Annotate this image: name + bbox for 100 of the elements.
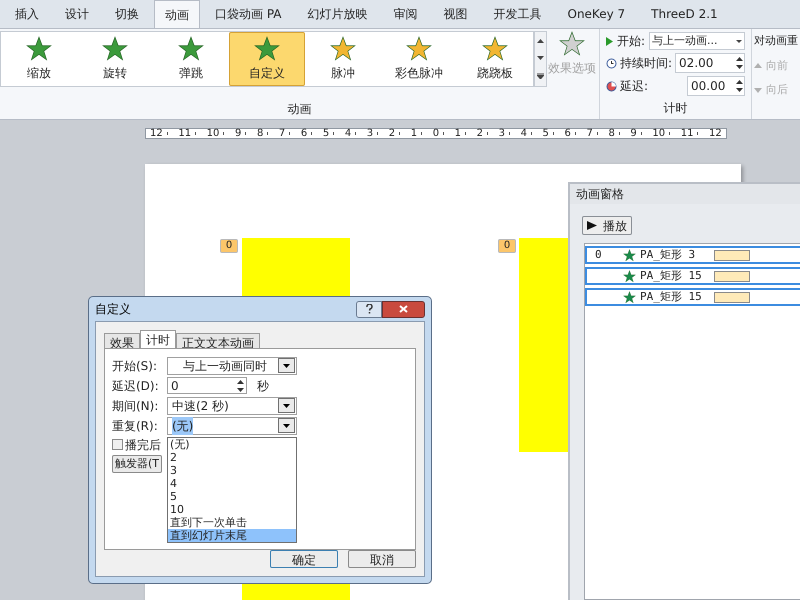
delay-field[interactable]: 00.00: [687, 76, 745, 96]
ruler-number: 7: [586, 128, 593, 138]
ruler-number: 8: [256, 128, 264, 138]
field-label: 期间(N):: [112, 398, 160, 414]
dialog-tab[interactable]: 计时: [140, 330, 176, 348]
star-icon: [178, 36, 204, 62]
spinner-arrows-icon[interactable]: [735, 55, 744, 71]
help-icon: [366, 304, 372, 314]
animation-item[interactable]: 脉冲: [305, 32, 381, 86]
animation-item[interactable]: 跷跷板: [457, 32, 533, 86]
animation-list-item[interactable]: 0 PA_矩形 3: [585, 246, 800, 264]
caret-icon: [736, 40, 742, 42]
animation-item[interactable]: 缩放: [1, 32, 77, 86]
help-button[interactable]: [356, 300, 382, 318]
star-icon: [102, 36, 128, 62]
ruler-number: 8: [608, 128, 615, 138]
dialog-tab[interactable]: 效果: [104, 333, 140, 348]
animation-list-item[interactable]: PA_矩形 15: [585, 267, 800, 285]
select-field[interactable]: 中速(2 秒): [167, 396, 297, 414]
ruler-number: 3: [366, 128, 374, 138]
group-label: 计时: [664, 100, 688, 117]
star-icon: [254, 36, 280, 62]
duration-field[interactable]: 02.00: [675, 53, 745, 73]
ruler-number: 12: [150, 128, 163, 138]
item-name: PA_矩形 3: [640, 246, 696, 263]
play-icon: [587, 221, 597, 230]
checkbox-label: 播完后: [125, 436, 161, 454]
dialog-button[interactable]: 取消: [348, 550, 416, 568]
delay-label: 延迟:: [620, 78, 650, 95]
close-icon: [399, 305, 408, 313]
star-icon: [26, 36, 52, 62]
ruler-number: 0: [432, 128, 440, 138]
start-select[interactable]: 与上一动画...: [649, 32, 745, 50]
dropdown-option[interactable]: 5: [168, 490, 296, 503]
animation-item[interactable]: 彩色脉冲: [381, 32, 457, 86]
timeline-bar: [714, 250, 750, 260]
dialog-button[interactable]: 确定: [270, 550, 338, 568]
star-icon: [482, 36, 508, 62]
play-icon: [606, 36, 613, 46]
dropdown-option[interactable]: (无): [168, 438, 296, 451]
star-icon: [623, 270, 636, 282]
checkbox[interactable]: [112, 439, 123, 450]
spinner-arrows-icon[interactable]: [236, 378, 245, 394]
star-icon: [406, 36, 432, 62]
ruler-number: 3: [498, 128, 505, 138]
spinner-field[interactable]: 0: [167, 377, 247, 394]
ribbon-tab[interactable]: 切换: [104, 0, 150, 28]
dropdown-option[interactable]: 直到下一次单击: [168, 516, 296, 529]
dropdown-option[interactable]: 3: [168, 464, 296, 477]
play-button[interactable]: 播放: [582, 216, 632, 235]
dropdown-option[interactable]: 4: [168, 477, 296, 490]
up-triangle-icon: [754, 63, 762, 68]
dialog-tab[interactable]: 正文文本动画: [176, 333, 260, 348]
dropdown-option[interactable]: 10: [168, 503, 296, 516]
ribbon-tab[interactable]: 视图: [432, 0, 478, 28]
ruler-number: 10: [652, 128, 666, 138]
close-button[interactable]: [382, 300, 425, 318]
ribbon-tab[interactable]: 动画: [154, 0, 200, 28]
caret-icon: [283, 404, 290, 408]
dropdown-option[interactable]: 直到幻灯片末尾: [168, 529, 296, 542]
ruler-number: 5: [322, 128, 330, 138]
timeline-bar: [714, 292, 750, 302]
dropdown-option[interactable]: 2: [168, 451, 296, 464]
down-triangle-icon: [754, 88, 762, 93]
ribbon-tab[interactable]: ThreeD 2.1: [640, 0, 729, 28]
item-name: PA_矩形 15: [640, 288, 703, 305]
animation-item[interactable]: 弹跳: [153, 32, 229, 86]
dropdown-button[interactable]: [278, 418, 295, 433]
ruler-number: 7: [278, 128, 286, 138]
ruler-number: 6: [564, 128, 571, 138]
ribbon-tab[interactable]: OneKey 7: [556, 0, 636, 28]
caret-icon: [283, 424, 290, 428]
ruler-number: 9: [630, 128, 637, 138]
group-title: 对动画重: [754, 33, 799, 49]
clock-icon: [606, 58, 617, 68]
ruler-number: 5: [542, 128, 549, 138]
ribbon-tab[interactable]: 插入: [4, 0, 50, 28]
ribbon-tab[interactable]: 审阅: [382, 0, 428, 28]
field-label: 延迟(D):: [112, 378, 160, 394]
item-index: 0: [594, 246, 603, 263]
dropdown-button[interactable]: [278, 358, 295, 373]
animation-item[interactable]: 旋转: [77, 32, 153, 86]
animation-list-item[interactable]: PA_矩形 15: [585, 288, 800, 306]
ribbon-tab[interactable]: 幻灯片放映: [296, 0, 378, 28]
gallery-scroll[interactable]: [534, 31, 547, 87]
group-label: 动画: [288, 101, 312, 118]
ruler-number: 1: [410, 128, 418, 138]
select-field[interactable]: 与上一动画同时: [167, 356, 297, 374]
trigger-button[interactable]: 触发器(T: [112, 455, 162, 473]
animation-item[interactable]: 自定义: [229, 32, 305, 86]
spinner-arrows-icon[interactable]: [735, 78, 744, 94]
ruler-number: 11: [178, 128, 192, 138]
ruler-number: 2: [388, 128, 396, 138]
ruler-number: 4: [520, 128, 527, 138]
ruler-number: 9: [234, 128, 242, 138]
ribbon-tab[interactable]: 开发工具: [482, 0, 552, 28]
ribbon-tab[interactable]: 设计: [54, 0, 100, 28]
ribbon-tab[interactable]: 口袋动画 PA: [204, 0, 292, 28]
select-field[interactable]: (无): [167, 416, 297, 434]
dropdown-button[interactable]: [278, 398, 295, 413]
